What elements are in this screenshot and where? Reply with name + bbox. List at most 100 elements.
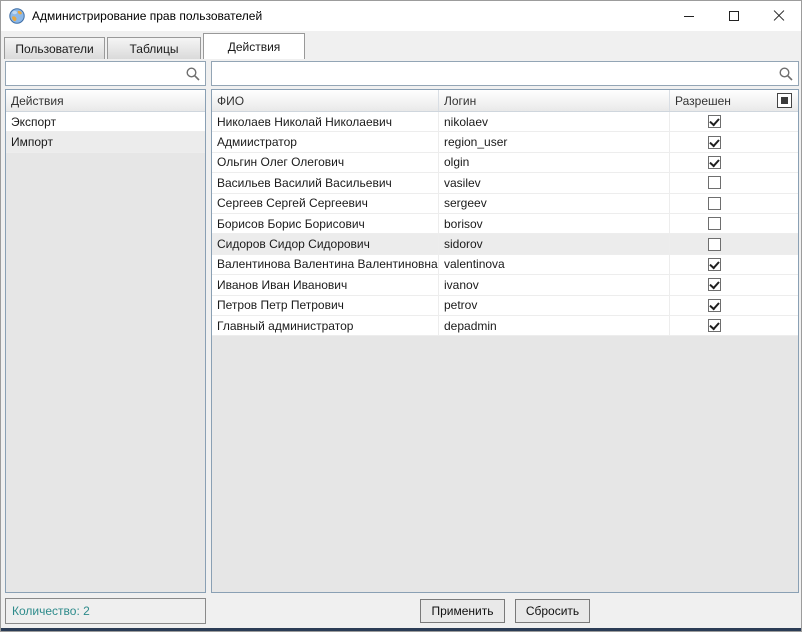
tab-1[interactable]: Таблицы	[107, 37, 201, 59]
cell-allowed	[670, 112, 798, 131]
login-text: valentinova	[444, 257, 505, 271]
checkbox-unchecked-icon[interactable]	[708, 238, 721, 251]
fio-text: Главный администратор	[217, 319, 353, 333]
minimize-button[interactable]	[666, 1, 711, 31]
table-row[interactable]: Сергеев Сергей Сергеевич sergeev	[212, 194, 798, 214]
login-text: region_user	[444, 135, 507, 149]
checkbox-checked-icon[interactable]	[708, 299, 721, 312]
cell-login: nikolaev	[439, 112, 670, 131]
cell-login: depadmin	[439, 316, 670, 335]
fio-text: Николаев Николай Николаевич	[217, 115, 392, 129]
count-status-box: Количество: 2	[5, 598, 206, 624]
table-row[interactable]: Главный администратор depadmin	[212, 316, 798, 336]
column-header-allowed[interactable]: Разрешен	[670, 90, 798, 111]
fio-text: Сергеев Сергей Сергеевич	[217, 196, 368, 210]
users-table-header[interactable]: ФИО Логин Разрешен	[212, 90, 798, 112]
close-icon	[773, 10, 785, 22]
fio-text: Иванов Иван Иванович	[217, 278, 347, 292]
maximize-icon	[729, 11, 739, 21]
checkbox-unchecked-icon[interactable]	[708, 217, 721, 230]
cell-fio: Валентинова Валентина Валентиновна	[212, 255, 439, 274]
fio-text: Васильев Василий Васильевич	[217, 176, 392, 190]
fio-text: Валентинова Валентина Валентиновна	[217, 257, 438, 271]
tab-0[interactable]: Пользователи	[4, 37, 105, 59]
cell-allowed	[670, 316, 798, 335]
table-row[interactable]: Николаев Николай Николаевич nikolaev	[212, 112, 798, 132]
column-header-login[interactable]: Логин	[439, 90, 670, 111]
checkbox-checked-icon[interactable]	[708, 115, 721, 128]
cell-login: sergeev	[439, 194, 670, 213]
fio-text: Ольгин Олег Олегович	[217, 155, 344, 169]
table-row[interactable]: Борисов Борис Борисович borisov	[212, 214, 798, 234]
apply-button[interactable]: Применить	[420, 599, 505, 623]
window-controls	[666, 1, 801, 31]
maximize-button[interactable]	[711, 1, 756, 31]
magnifier-icon	[778, 66, 794, 82]
users-table-body: Николаев Николай Николаевич nikolaev Адмии…	[212, 112, 798, 336]
cell-login: ivanov	[439, 275, 670, 294]
actions-list-header[interactable]: Действия	[6, 90, 205, 112]
tab-label: Таблицы	[129, 42, 178, 56]
table-row[interactable]: Ольгин Олег Олегович olgin	[212, 153, 798, 173]
cell-login: sidorov	[439, 234, 670, 253]
title-bar[interactable]: Администрирование прав пользователей	[1, 1, 801, 31]
list-item[interactable]: Экспорт	[6, 112, 205, 132]
table-row[interactable]: Петров Петр Петрович petrov	[212, 296, 798, 316]
login-text: olgin	[444, 155, 469, 169]
login-text: petrov	[444, 298, 477, 312]
cell-login: region_user	[439, 132, 670, 151]
tab-2[interactable]: Действия	[203, 33, 305, 59]
checkbox-checked-icon[interactable]	[708, 278, 721, 291]
table-row[interactable]: Валентинова Валентина Валентиновна valent…	[212, 255, 798, 275]
login-text: ivanov	[444, 278, 479, 292]
checkbox-unchecked-icon[interactable]	[708, 197, 721, 210]
reset-button[interactable]: Сбросить	[515, 599, 590, 623]
list-item[interactable]: Импорт	[6, 132, 205, 152]
users-search-input[interactable]	[212, 62, 778, 85]
fio-text: Сидоров Сидор Сидорович	[217, 237, 370, 251]
checkbox-checked-icon[interactable]	[708, 156, 721, 169]
cell-allowed	[670, 296, 798, 315]
checkbox-checked-icon[interactable]	[708, 319, 721, 332]
list-item-label: Экспорт	[11, 115, 56, 129]
cell-allowed	[670, 234, 798, 253]
table-row[interactable]: Адмиистратор region_user	[212, 132, 798, 152]
actions-column-header: Действия	[11, 94, 64, 108]
cell-fio: Адмиистратор	[212, 132, 439, 151]
cell-allowed	[670, 275, 798, 294]
cell-login: olgin	[439, 153, 670, 172]
login-text: borisov	[444, 217, 483, 231]
close-button[interactable]	[756, 1, 801, 31]
cell-allowed	[670, 153, 798, 172]
table-row[interactable]: Васильев Василий Васильевич vasilev	[212, 173, 798, 193]
list-item-label: Импорт	[11, 135, 53, 149]
column-header-fio[interactable]: ФИО	[212, 90, 439, 111]
checkbox-checked-icon[interactable]	[708, 136, 721, 149]
cell-login: valentinova	[439, 255, 670, 274]
select-all-icon[interactable]	[777, 93, 792, 108]
magnifier-icon	[185, 66, 201, 82]
checkbox-unchecked-icon[interactable]	[708, 176, 721, 189]
checkbox-checked-icon[interactable]	[708, 258, 721, 271]
login-text: depadmin	[444, 319, 497, 333]
table-row[interactable]: Сидоров Сидор Сидорович sidorov	[212, 234, 798, 254]
cell-fio: Борисов Борис Борисович	[212, 214, 439, 233]
cell-login: borisov	[439, 214, 670, 233]
cell-fio: Ольгин Олег Олегович	[212, 153, 439, 172]
cell-fio: Главный администратор	[212, 316, 439, 335]
actions-list: Экспорт Импорт	[6, 112, 205, 153]
cell-fio: Петров Петр Петрович	[212, 296, 439, 315]
actions-search-input[interactable]	[6, 62, 185, 85]
actions-search-box	[5, 61, 206, 86]
app-window: Администрирование прав пользователей Пол…	[0, 0, 802, 632]
cell-login: petrov	[439, 296, 670, 315]
table-row[interactable]: Иванов Иван Иванович ivanov	[212, 275, 798, 295]
cell-allowed	[670, 132, 798, 151]
count-label: Количество: 2	[12, 604, 90, 618]
login-text: nikolaev	[444, 115, 488, 129]
cell-allowed	[670, 214, 798, 233]
cell-fio: Васильев Василий Васильевич	[212, 173, 439, 192]
cell-allowed	[670, 194, 798, 213]
cell-allowed	[670, 173, 798, 192]
login-text: vasilev	[444, 176, 481, 190]
